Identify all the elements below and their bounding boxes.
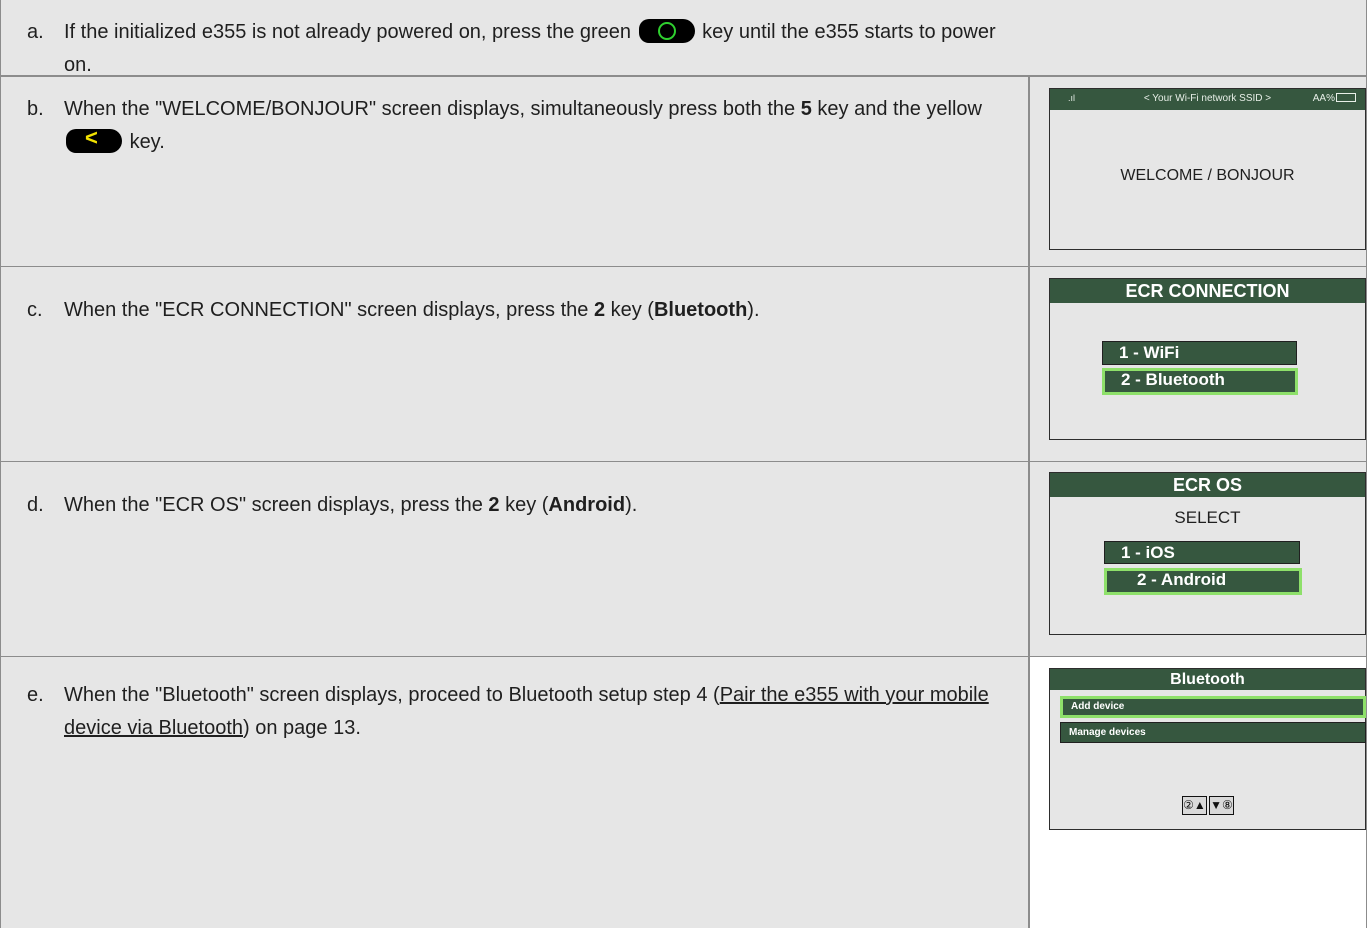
instruction-text-cell: a. If the initialized e355 is not alread… xyxy=(1,0,1366,76)
instruction-text-cell: b. When the "WELCOME/BONJOUR" screen dis… xyxy=(1,77,1030,266)
instruction-row-d: d. When the "ECR OS" screen displays, pr… xyxy=(0,461,1367,657)
step-letter: e. xyxy=(27,684,44,706)
step-letter: a. xyxy=(27,21,44,43)
step-letter: b. xyxy=(27,98,44,120)
ecr-connection-screen: ECR CONNECTION 1 - WiFi 2 - Bluetooth xyxy=(1049,278,1366,440)
step-text: key. xyxy=(129,131,165,153)
step-body: When the "ECR CONNECTION" screen display… xyxy=(64,294,997,327)
screen-image-cell: ECR CONNECTION 1 - WiFi 2 - Bluetooth xyxy=(1030,267,1366,461)
step-body: When the "Bluetooth" screen displays, pr… xyxy=(64,679,997,745)
power-key-icon xyxy=(638,19,695,43)
welcome-screen: .ıl < Your Wi-Fi network SSID > AA% WELC… xyxy=(1049,88,1366,250)
step-text: key ( xyxy=(610,299,654,321)
screen-title: ECR OS xyxy=(1050,473,1365,497)
step-text: When the "ECR OS" screen displays, press… xyxy=(64,494,483,516)
scroll-up-icon: ②▲ xyxy=(1182,796,1207,815)
key-number: 5 xyxy=(800,98,812,120)
step-text: key and the yellow xyxy=(817,98,982,120)
screen-title: Bluetooth xyxy=(1050,669,1365,690)
step-body: If the initialized e355 is not already p… xyxy=(64,16,997,82)
welcome-message: WELCOME / BONJOUR xyxy=(1120,167,1295,184)
select-prompt: SELECT xyxy=(1174,508,1241,527)
instruction-text-cell: e. When the "Bluetooth" screen displays,… xyxy=(1,657,1030,928)
instruction-row-b: b. When the "WELCOME/BONJOUR" screen dis… xyxy=(0,76,1367,267)
step-text: ) on page 13. xyxy=(243,717,361,739)
key-number: 2 xyxy=(488,494,500,516)
menu-option-ios: 1 - iOS xyxy=(1104,541,1300,564)
menu-option-bluetooth: 2 - Bluetooth xyxy=(1102,368,1298,395)
menu-option-android: 2 - Android xyxy=(1104,568,1302,595)
step-text: ). xyxy=(625,494,638,516)
menu-option-wifi: 1 - WiFi xyxy=(1102,341,1297,365)
step-body: When the "ECR OS" screen displays, press… xyxy=(64,489,997,522)
ecr-os-screen: ECR OS SELECT 1 - iOS 2 - Android xyxy=(1049,472,1366,635)
step-letter: d. xyxy=(27,494,44,516)
instruction-text-cell: d. When the "ECR OS" screen displays, pr… xyxy=(1,462,1030,656)
scroll-down-icon: ▼⑧ xyxy=(1209,796,1234,815)
instruction-row-c: c. When the "ECR CONNECTION" screen disp… xyxy=(0,266,1367,462)
back-key-icon: < xyxy=(66,125,122,153)
step-text: If the initialized e355 is not already p… xyxy=(64,21,632,43)
menu-option-manage-devices: Manage devices xyxy=(1060,722,1366,743)
screen-image-cell: Bluetooth Add device Manage devices ②▲ ▼… xyxy=(1030,657,1366,928)
step-text: When the "WELCOME/BONJOUR" screen displa… xyxy=(64,98,796,120)
status-bar: .ıl < Your Wi-Fi network SSID > AA% xyxy=(1050,89,1365,110)
step-text: When the "ECR CONNECTION" screen display… xyxy=(64,299,589,321)
battery-icon xyxy=(1336,93,1356,102)
screen-image-cell: ECR OS SELECT 1 - iOS 2 - Android xyxy=(1030,462,1366,656)
bold-term: Android xyxy=(548,494,626,516)
instruction-text-cell: c. When the "ECR CONNECTION" screen disp… xyxy=(1,267,1030,461)
step-body: When the "WELCOME/BONJOUR" screen displa… xyxy=(64,93,997,159)
step-text: When the "Bluetooth" screen displays, pr… xyxy=(64,684,720,706)
menu-option-add-device: Add device xyxy=(1060,696,1366,718)
instruction-row-e: e. When the "Bluetooth" screen displays,… xyxy=(0,656,1367,928)
screen-title: ECR CONNECTION xyxy=(1050,279,1365,303)
step-text: ). xyxy=(747,299,760,321)
scroll-nav-icons: ②▲ ▼⑧ xyxy=(1182,796,1234,815)
battery-indicator: AA% xyxy=(1313,93,1356,104)
instruction-row-a: a. If the initialized e355 is not alread… xyxy=(0,0,1367,76)
bold-term: Bluetooth xyxy=(653,299,748,321)
screen-image-cell: .ıl < Your Wi-Fi network SSID > AA% WELC… xyxy=(1030,77,1366,266)
bluetooth-screen: Bluetooth Add device Manage devices ②▲ ▼… xyxy=(1049,668,1366,830)
step-letter: c. xyxy=(27,299,43,321)
step-text: key ( xyxy=(505,494,549,516)
key-number: 2 xyxy=(593,299,606,321)
